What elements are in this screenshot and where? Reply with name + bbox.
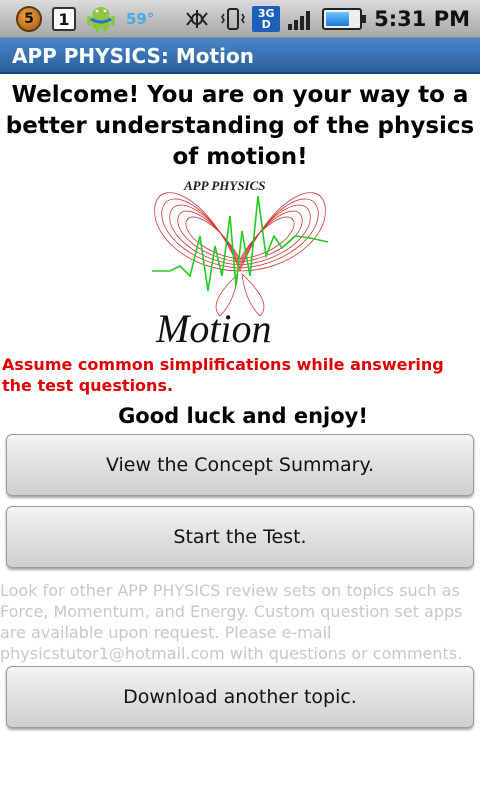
download-another-topic-button[interactable]: Download another topic. xyxy=(6,666,474,728)
welcome-heading: Welcome! You are on your way to a better… xyxy=(5,82,475,170)
calendar-icon[interactable]: 1 xyxy=(52,7,76,31)
notification-badge-icon[interactable]: 5 xyxy=(16,6,42,32)
app-title-bar: APP PHYSICS: Motion xyxy=(0,38,480,74)
simplification-warning: Assume common simplifications while answ… xyxy=(2,355,444,395)
android-icon[interactable] xyxy=(86,5,116,33)
3g-icon: 3G D xyxy=(252,6,281,32)
signal-icon xyxy=(288,11,311,30)
logo-bottom-text: Motion xyxy=(155,306,272,346)
network-sub-label: D xyxy=(261,18,271,31)
vibrate-icon xyxy=(221,8,246,30)
view-concept-summary-button[interactable]: View the Concept Summary. xyxy=(6,434,474,496)
status-left: 5 1 59° xyxy=(16,4,154,34)
battery-level xyxy=(326,12,349,26)
other-topics-info: Look for other APP PHYSICS review sets o… xyxy=(0,581,463,663)
logo-top-text: APP PHYSICS xyxy=(183,178,266,193)
status-bar: 5 1 59° 3G D 5:31 PM xyxy=(0,0,480,38)
sync-icon xyxy=(186,10,208,28)
app-title: APP PHYSICS: Motion xyxy=(12,44,254,68)
good-luck-text: Good luck and enjoy! xyxy=(118,404,368,428)
app-physics-motion-logo: APP PHYSICS Motion xyxy=(152,178,329,346)
battery-icon xyxy=(322,8,367,30)
status-right: 3G D 5:31 PM xyxy=(180,4,470,34)
clock: 5:31 PM xyxy=(374,7,470,31)
temperature-readout: 59° xyxy=(126,10,155,28)
start-test-button[interactable]: Start the Test. xyxy=(6,506,474,568)
